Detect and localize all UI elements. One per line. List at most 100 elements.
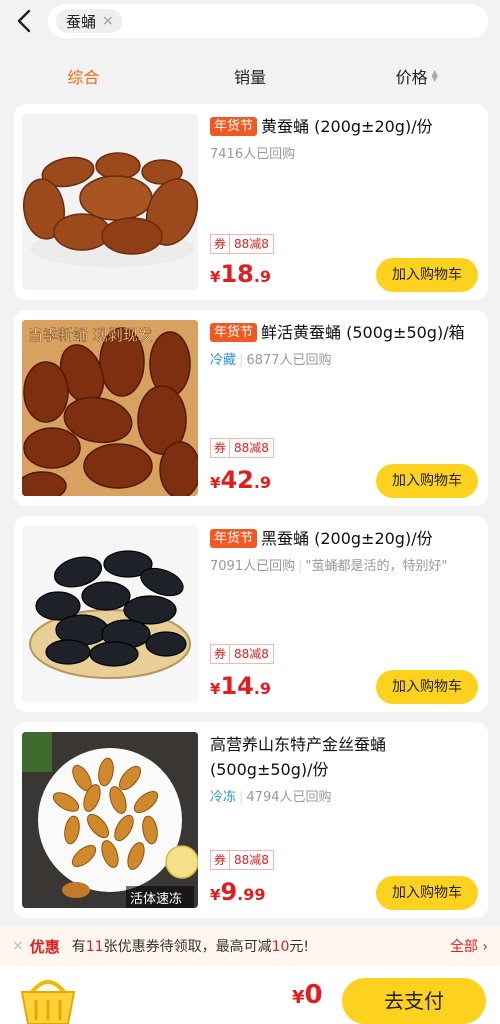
top-bar: 蚕蛹 × (0, 0, 500, 44)
search-box[interactable]: 蚕蛹 × (48, 4, 488, 38)
checkout-button[interactable]: 去支付 (342, 978, 486, 1024)
review-snippet: "茧蛹都是活的，特别好" (305, 559, 448, 574)
price-decimal: .9 (253, 267, 272, 286)
search-keyword: 蚕蛹 (66, 12, 97, 31)
close-promo-icon[interactable]: × (12, 938, 24, 954)
product-title-text: 黑蚕蛹 (200g±20g)/份 (261, 529, 433, 548)
coupon-label: 券 (210, 850, 230, 870)
product-meta: 7091人已回购 | "茧蛹都是活的，特别好" (210, 555, 478, 574)
product-title[interactable]: 年货节 黄蚕蛹 (200g±20g)/份 (210, 114, 478, 139)
price-symbol: ¥ (210, 680, 221, 698)
price-decimal: .99 (237, 885, 266, 904)
product-info: 高营养山东特产金丝蚕蛹 (500g±50g)/份 冷冻 | 4794人已回购 (210, 732, 478, 805)
product-card[interactable]: 年货节 黑蚕蛹 (200g±20g)/份 7091人已回购 | "茧蛹都是活的，特别好… (14, 516, 488, 712)
product-meta: 7416人已回购 (210, 143, 478, 162)
view-all-coupons-link[interactable]: 全部 › (450, 936, 488, 956)
promo-text-middle: 张优惠券待领取，最高可减 (103, 939, 272, 955)
coupon-badge: 券 88减8 (210, 438, 274, 458)
coupon-badge: 券 88减8 (210, 850, 274, 870)
back-button[interactable] (10, 6, 40, 36)
product-price: ¥18.9 (210, 260, 271, 288)
coupon-text: 88减8 (229, 438, 274, 458)
tab-sort-price[interactable]: 价格 ▲ ▼ (333, 64, 500, 88)
image-overlay-text: 当季新蛹 现剥现发 (28, 326, 153, 344)
total-value: 0 (304, 980, 323, 1010)
tab-sort-default[interactable]: 综合 (0, 64, 167, 88)
sort-toggle-icon: ▲ ▼ (431, 68, 438, 83)
product-meta: 冷藏 | 6877人已回购 (210, 349, 478, 368)
cart-basket-button[interactable] (18, 976, 78, 1024)
meta-separator: | (239, 790, 244, 805)
product-title[interactable]: 年货节 黑蚕蛹 (200g±20g)/份 (210, 526, 478, 551)
sort-bar: 综合 销量 价格 ▲ ▼ (0, 52, 500, 100)
back-arrow-icon (17, 9, 31, 33)
product-image[interactable] (22, 114, 198, 290)
repurchase-count: 6877人已回购 (246, 353, 332, 368)
storage-tag: 冷冻 (210, 790, 237, 805)
product-price: ¥42.9 (210, 466, 271, 494)
total-symbol: ¥ (292, 987, 305, 1008)
coupon-text: 88减8 (229, 850, 274, 870)
price-integer: 9 (220, 878, 238, 906)
product-info: 年货节 黑蚕蛹 (200g±20g)/份 7091人已回购 | "茧蛹都是活的，特别好… (210, 526, 478, 574)
product-title[interactable]: 年货节 鲜活黄蚕蛹 (500g±50g)/箱 (210, 320, 478, 345)
tab-sort-price-label: 价格 (395, 68, 428, 87)
product-meta: 冷冻 | 4794人已回购 (210, 786, 478, 805)
promo-label: 优惠 (29, 937, 60, 956)
clear-keyword-icon[interactable]: × (102, 13, 114, 29)
coupon-label: 券 (210, 438, 230, 458)
product-card[interactable]: 当季新蛹 现剥现发 年货节 鲜活黄蚕蛹 (500g±50g)/箱 冷藏 | 6877人… (14, 310, 488, 506)
add-to-cart-button[interactable]: 加入购物车 (376, 670, 478, 704)
repurchase-count: 7416人已回购 (210, 147, 296, 162)
coupon-badge: 券 88减8 (210, 644, 274, 664)
price-integer: 42 (220, 466, 254, 494)
product-image[interactable]: 活体速冻 (22, 732, 198, 908)
product-image[interactable]: 当季新蛹 现剥现发 (22, 320, 198, 496)
add-to-cart-button[interactable]: 加入购物车 (376, 876, 478, 910)
product-image[interactable] (22, 526, 198, 702)
add-to-cart-button[interactable]: 加入购物车 (376, 464, 478, 498)
repurchase-count: 7091人已回购 (210, 559, 296, 574)
checkout-bar: ¥0 去支付 (0, 966, 500, 1024)
product-title-text: 高营养山东特产金丝蚕蛹 (500g±50g)/份 (210, 735, 387, 779)
meta-separator: | (298, 559, 303, 574)
meta-separator: | (239, 353, 244, 368)
promo-text: 有11张优惠券待领取，最高可减10元! (72, 936, 309, 956)
storage-tag: 冷藏 (210, 353, 237, 368)
promo-text-prefix: 有 (71, 939, 86, 955)
price-decimal: .9 (253, 679, 272, 698)
promo-max-amount: 10 (271, 939, 290, 955)
image-overlay-text: 活体速冻 (130, 891, 182, 907)
price-symbol: ¥ (210, 474, 221, 492)
product-info: 年货节 黄蚕蛹 (200g±20g)/份 7416人已回购 (210, 114, 478, 162)
price-decimal: .9 (253, 473, 272, 492)
price-integer: 18 (220, 260, 254, 288)
product-price: ¥14.9 (210, 672, 271, 700)
search-keyword-chip[interactable]: 蚕蛹 × (56, 9, 122, 33)
tab-sort-sales-label: 销量 (234, 68, 267, 87)
tab-sort-sales[interactable]: 销量 (167, 64, 334, 88)
coupon-text: 88减8 (229, 234, 274, 254)
price-symbol: ¥ (210, 268, 221, 286)
product-info: 年货节 鲜活黄蚕蛹 (500g±50g)/箱 冷藏 | 6877人已回购 (210, 320, 478, 368)
repurchase-count: 4794人已回购 (246, 790, 332, 805)
coupon-label: 券 (210, 644, 230, 664)
festival-tag: 年货节 (210, 117, 258, 136)
coupon-promo-bar[interactable]: × 优惠 有11张优惠券待领取，最高可减10元! 全部 › (0, 926, 500, 966)
basket-icon (20, 980, 76, 1024)
coupon-badge: 券 88减8 (210, 234, 274, 254)
price-symbol: ¥ (210, 886, 221, 904)
promo-coupon-count: 11 (85, 939, 104, 955)
festival-tag: 年货节 (210, 323, 258, 342)
promo-text-suffix: 元! (289, 939, 310, 955)
product-card[interactable]: 活体速冻 高营养山东特产金丝蚕蛹 (500g±50g)/份 冷冻 | 4794人已回… (14, 722, 488, 918)
product-price: ¥9.99 (210, 878, 265, 906)
product-title[interactable]: 高营养山东特产金丝蚕蛹 (500g±50g)/份 (210, 732, 478, 782)
coupon-label: 券 (210, 234, 230, 254)
product-card[interactable]: 年货节 黄蚕蛹 (200g±20g)/份 7416人已回购 券 88减8 ¥18.9… (14, 104, 488, 300)
price-integer: 14 (220, 672, 254, 700)
cart-total: ¥0 (292, 980, 323, 1010)
add-to-cart-button[interactable]: 加入购物车 (376, 258, 478, 292)
tab-sort-default-label: 综合 (67, 68, 100, 87)
coupon-text: 88减8 (229, 644, 274, 664)
